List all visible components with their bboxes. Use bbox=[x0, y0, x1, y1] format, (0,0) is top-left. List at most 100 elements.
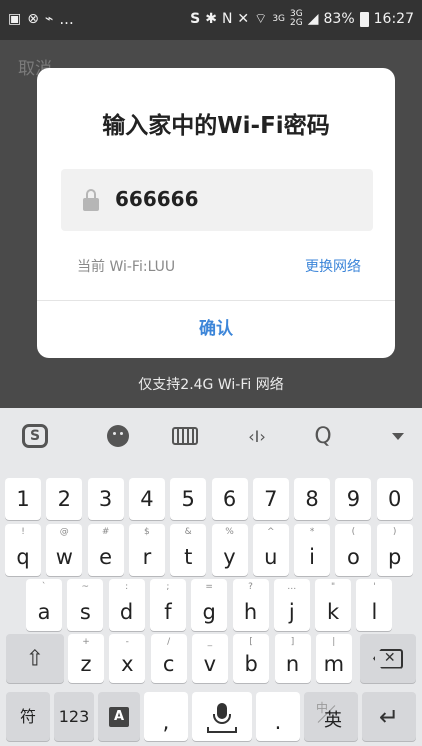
password-field[interactable]: 666666 bbox=[61, 169, 373, 231]
key-4[interactable]: 4 bbox=[128, 478, 165, 520]
key-h[interactable]: ? h bbox=[232, 579, 269, 631]
key-t[interactable]: & t bbox=[170, 524, 207, 576]
key-8[interactable]: 8 bbox=[294, 478, 331, 520]
key-l-label: l bbox=[371, 600, 378, 624]
key-y-label: y bbox=[223, 545, 236, 569]
number-key[interactable]: 123 bbox=[54, 692, 94, 741]
key-f[interactable]: ; f bbox=[149, 579, 186, 631]
backspace-key[interactable]: ✕ bbox=[360, 634, 416, 683]
key-r[interactable]: $ r bbox=[128, 524, 165, 576]
key-9-label: 9 bbox=[346, 487, 361, 511]
wifi-password-dialog: 输入家中的Wi-Fi密码 666666 当前 Wi-Fi:LUU 更换网络 确认 bbox=[37, 68, 395, 358]
key-i-label: i bbox=[309, 545, 316, 569]
key-m-label: m bbox=[323, 652, 345, 676]
sogou-icon: S bbox=[190, 11, 201, 27]
key-q[interactable]: ! q bbox=[5, 524, 41, 576]
key-9[interactable]: 9 bbox=[335, 478, 372, 520]
search-icon[interactable]: Q bbox=[308, 421, 338, 451]
collapse-icon[interactable] bbox=[383, 421, 413, 451]
period-key-label: . bbox=[274, 710, 282, 734]
symbol-key[interactable]: 符 bbox=[6, 692, 50, 741]
status-right: S ✱ N ✕ ⌔ 3G 3G 2G ◢ 83% 16:27 bbox=[190, 10, 414, 28]
key-v[interactable]: _ v bbox=[191, 634, 228, 683]
key-4-label: 4 bbox=[140, 487, 154, 511]
key-m[interactable]: | m bbox=[315, 634, 352, 683]
key-l[interactable]: ' l bbox=[356, 579, 393, 631]
a-mode-key[interactable]: A bbox=[98, 692, 140, 741]
shift-key[interactable]: ⇧ bbox=[6, 634, 64, 683]
space-icon bbox=[207, 727, 237, 733]
key-g[interactable]: = g bbox=[191, 579, 228, 631]
key-b-label: b bbox=[244, 652, 258, 676]
key-a[interactable]: ` a bbox=[26, 579, 62, 631]
key-l-secondary: ' bbox=[373, 582, 376, 592]
key-e-label: e bbox=[99, 545, 113, 569]
key-y-secondary: % bbox=[225, 527, 234, 537]
lock-icon bbox=[83, 189, 99, 211]
key-b[interactable]: [b bbox=[233, 634, 270, 683]
key-1[interactable]: 1 bbox=[5, 478, 41, 520]
period-key[interactable]: . bbox=[256, 692, 300, 741]
enter-icon: ↵ bbox=[378, 702, 400, 731]
key-7-label: 7 bbox=[264, 487, 278, 511]
mute-icon: ✕ bbox=[237, 11, 250, 27]
key-h-secondary: ? bbox=[248, 582, 253, 592]
network-2g-label: 2G bbox=[290, 18, 303, 28]
key-7[interactable]: 7 bbox=[252, 478, 289, 520]
key-n-secondary: ] bbox=[290, 637, 295, 647]
key-z-secondary: + bbox=[82, 637, 90, 647]
key-d[interactable]: :d bbox=[108, 579, 145, 631]
key-i[interactable]: * i bbox=[294, 524, 331, 576]
cursor-icon[interactable]: ‹I› bbox=[239, 421, 275, 451]
key-h-label: h bbox=[243, 600, 258, 624]
key-2[interactable]: 2 bbox=[46, 478, 83, 520]
change-network-link[interactable]: 更换网络 bbox=[305, 256, 361, 276]
enter-key[interactable]: ↵ bbox=[362, 692, 416, 741]
key-o-label: o bbox=[346, 545, 360, 569]
space-key[interactable] bbox=[192, 692, 252, 741]
key-8-label: 8 bbox=[305, 487, 319, 511]
key-0[interactable]: 0 bbox=[376, 478, 413, 520]
battery-percent: 83% bbox=[323, 11, 355, 27]
comma-key[interactable]: , bbox=[144, 692, 188, 741]
key-j[interactable]: … j bbox=[273, 579, 310, 631]
key-3[interactable]: 3 bbox=[87, 478, 124, 520]
key-p[interactable]: ) p bbox=[376, 524, 413, 576]
key-0-label: 0 bbox=[388, 487, 402, 511]
language-switch-key[interactable]: 中 英 bbox=[304, 692, 358, 741]
network-3g-label: 3G bbox=[272, 13, 286, 24]
key-x[interactable]: -x bbox=[109, 634, 146, 683]
wifi-support-note: 仅支持2.4G Wi-Fi 网络 bbox=[138, 377, 284, 393]
key-c[interactable]: / c bbox=[150, 634, 187, 683]
key-a-secondary: ` bbox=[41, 582, 47, 592]
key-n-label: n bbox=[285, 652, 300, 676]
key-k[interactable]: " k bbox=[315, 579, 352, 631]
key-y[interactable]: % y bbox=[211, 524, 248, 576]
key-v-secondary: _ bbox=[207, 637, 213, 647]
key-c-label: c bbox=[162, 652, 175, 676]
emoji-icon[interactable] bbox=[103, 421, 133, 451]
comma-key-label: , bbox=[162, 710, 170, 734]
dialog-title: 输入家中的Wi-Fi密码 bbox=[102, 113, 330, 139]
key-3-label: 3 bbox=[98, 487, 113, 511]
key-z[interactable]: + z bbox=[68, 634, 104, 683]
key-t-secondary: & bbox=[184, 527, 192, 537]
key-e[interactable]: # e bbox=[87, 524, 124, 576]
key-s[interactable]: ~ s bbox=[67, 579, 104, 631]
backspace-x-glyph: ✕ bbox=[383, 649, 396, 666]
key-o[interactable]: (o bbox=[335, 524, 372, 576]
wifi-icon: ⌔ bbox=[254, 11, 268, 27]
key-n[interactable]: ] n bbox=[274, 634, 311, 683]
confirm-button[interactable]: 确认 bbox=[37, 301, 395, 358]
key-r-secondary: $ bbox=[144, 527, 150, 537]
key-j-label: j bbox=[288, 600, 295, 624]
key-w-label: w bbox=[55, 545, 73, 569]
key-u[interactable]: ^ u bbox=[252, 524, 289, 576]
current-wifi-label: 当前 Wi-Fi:LUU bbox=[77, 259, 176, 275]
key-w[interactable]: @ w bbox=[46, 524, 83, 576]
key-6[interactable]: 6 bbox=[211, 478, 248, 520]
keyboard-icon[interactable] bbox=[170, 421, 200, 451]
sogou-logo-icon[interactable]: S bbox=[20, 421, 50, 451]
key-5[interactable]: 5 bbox=[170, 478, 207, 520]
password-input[interactable]: 666666 bbox=[115, 187, 199, 211]
